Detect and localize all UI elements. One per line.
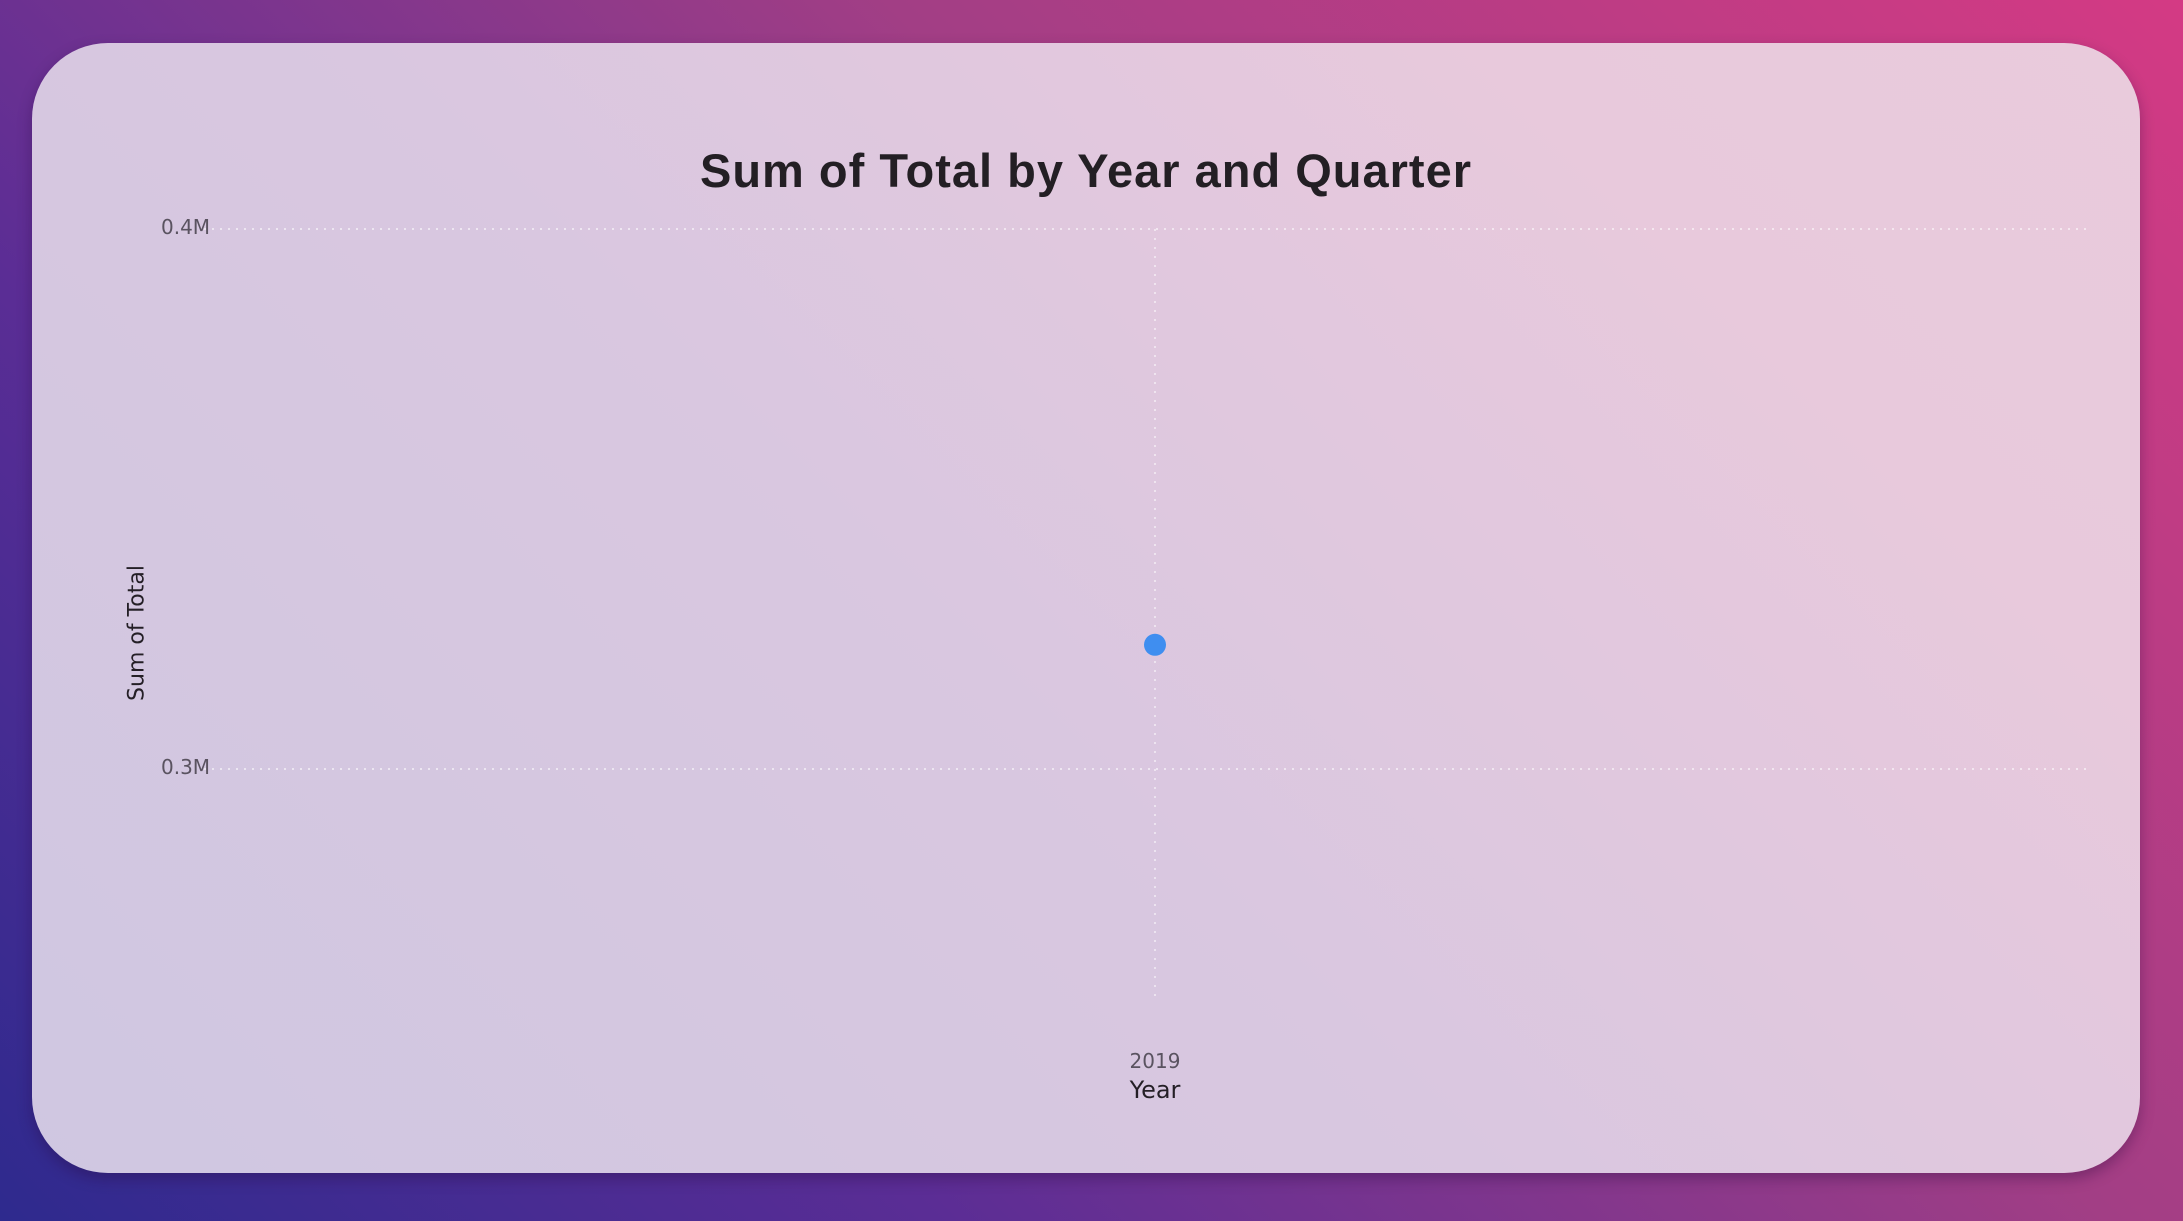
chart-card: Sum of Total by Year and Quarter Sum of … (32, 43, 2140, 1173)
plot-area (204, 228, 2092, 1003)
y-tick-label: 0.4M (161, 215, 211, 239)
data-point-2019[interactable] (1144, 633, 1166, 656)
x-axis-title: Year (1129, 1076, 1181, 1104)
y-tick-label: 0.3M (161, 755, 211, 779)
x-tick-label-2019: 2019 (1129, 1049, 1181, 1073)
y-axis-title: Sum of Total (124, 565, 150, 701)
